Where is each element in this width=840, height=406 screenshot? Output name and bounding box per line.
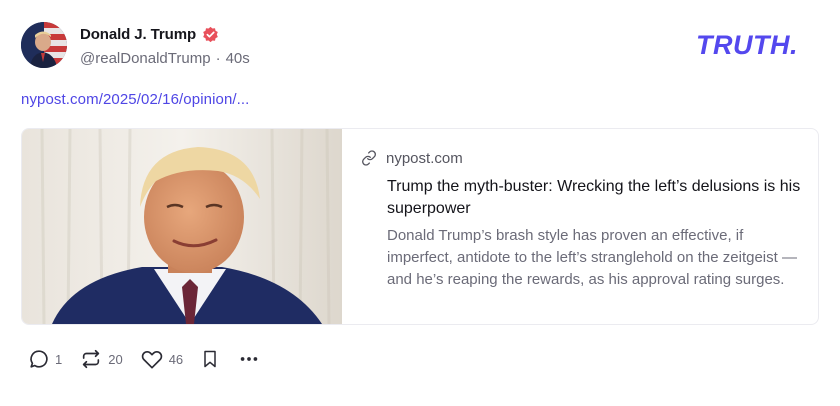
post-action-bar: 1 20 46 xyxy=(28,347,278,371)
bookmark-button[interactable] xyxy=(200,348,220,370)
link-icon xyxy=(362,150,376,166)
like-count: 46 xyxy=(168,351,184,367)
retruth-count: 20 xyxy=(108,351,123,367)
reply-button[interactable]: 1 xyxy=(28,348,62,370)
bookmark-icon xyxy=(204,350,216,368)
more-options-button[interactable] xyxy=(237,348,261,370)
author-meta: @realDonaldTrump · 40s xyxy=(80,50,250,67)
author-display-name[interactable]: Donald J. Trump xyxy=(80,26,196,43)
author-name-row: Donald J. Trump xyxy=(80,24,250,44)
post-timestamp[interactable]: 40s xyxy=(226,50,250,67)
post-url-link[interactable]: nypost.com/2025/02/16/opinion/... xyxy=(21,91,249,108)
avatar[interactable] xyxy=(21,22,67,68)
like-button[interactable]: 46 xyxy=(140,348,183,370)
link-preview-title[interactable]: Trump the myth-buster: Wrecking the left… xyxy=(387,176,807,220)
reply-icon xyxy=(30,350,48,368)
link-preview-card[interactable]: nypost.com Trump the myth-buster: Wrecki… xyxy=(21,128,819,325)
link-preview-domain-row: nypost.com xyxy=(361,149,818,167)
svg-text:TRUTH.: TRUTH. xyxy=(696,31,798,59)
retruth-icon xyxy=(83,349,100,369)
link-preview-image[interactable] xyxy=(22,129,342,324)
more-options-icon xyxy=(240,357,258,361)
link-preview-description: Donald Trump’s brash style has proven an… xyxy=(387,227,797,288)
link-preview-domain: nypost.com xyxy=(386,149,463,167)
reply-count: 1 xyxy=(55,351,63,367)
meta-separator: · xyxy=(215,50,221,67)
retruth-button[interactable]: 20 xyxy=(79,348,123,370)
truth-social-logo[interactable]: TRUTH. xyxy=(696,31,820,59)
truth-post: Donald J. Trump @realDonaldTrump · 40s T… xyxy=(0,0,840,406)
author-handle[interactable]: @realDonaldTrump xyxy=(80,50,211,67)
heart-icon xyxy=(141,350,162,369)
link-preview-body: nypost.com Trump the myth-buster: Wrecki… xyxy=(342,129,818,324)
author-block: Donald J. Trump @realDonaldTrump · 40s xyxy=(80,24,250,68)
verified-badge-icon xyxy=(203,26,218,42)
